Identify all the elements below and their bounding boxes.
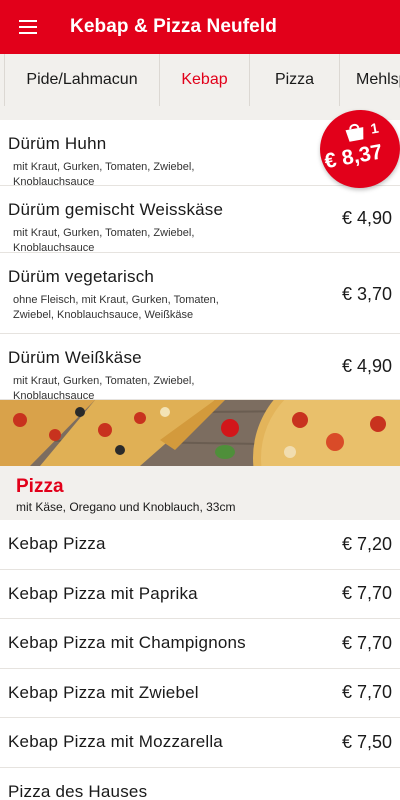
app-bar: Kebap & Pizza Neufeld xyxy=(0,0,400,54)
item-name: Kebap Pizza mit Champignons xyxy=(8,633,246,653)
item-price: € 7,70 xyxy=(341,583,392,604)
shopping-bag-icon xyxy=(345,123,364,142)
tab-kebap[interactable]: Kebap xyxy=(160,54,250,106)
item-price: € 3,70 xyxy=(341,284,392,304)
item-price: € 7,50 xyxy=(341,731,392,752)
tab-pizza[interactable]: Pizza xyxy=(250,54,340,106)
item-description: mit Kraut, Gurken, Tomaten, Zwiebel, Kno… xyxy=(13,227,195,254)
item-price: € 7,70 xyxy=(341,682,392,703)
menu-item-kebap-pizza-zwiebel[interactable]: Kebap Pizza mit Zwiebel € 7,70 xyxy=(0,669,400,718)
section-subtitle: mit Käse, Oregano und Knoblauch, 33cm xyxy=(16,500,236,514)
pizza-banner-image xyxy=(0,400,400,466)
section-header-pizza: Pizza mit Käse, Oregano und Knoblauch, 3… xyxy=(0,466,400,520)
item-price: € 7,20 xyxy=(341,533,392,554)
item-name: Dürüm vegetarisch xyxy=(8,267,155,286)
item-name: Kebap Pizza mit Mozzarella xyxy=(8,732,223,752)
menu-item-durum-gemischt-weisskaese[interactable]: Dürüm gemischt Weisskäse mit Kraut, Gurk… xyxy=(0,186,400,254)
tab-pide-lahmacun[interactable]: Pide/Lahmacun xyxy=(4,54,160,106)
menu-item-pizza-des-hauses[interactable]: Pizza des Hauses xyxy=(0,768,400,800)
menu-item-durum-weisskaese[interactable]: Dürüm Weißkäse mit Kraut, Gurken, Tomate… xyxy=(0,334,400,402)
menu-list: Dürüm Huhn mit Kraut, Gurken, Tomaten, Z… xyxy=(0,106,400,800)
item-name: Dürüm Weißkäse xyxy=(8,348,142,367)
menu-item-kebap-pizza-mozzarella[interactable]: Kebap Pizza mit Mozzarella € 7,50 xyxy=(0,718,400,768)
cart-item-count: 1 xyxy=(369,119,380,137)
menu-item-kebap-pizza-champignons[interactable]: Kebap Pizza mit Champignons € 7,70 xyxy=(0,619,400,669)
item-price: € 4,90 xyxy=(341,356,392,376)
menu-item-durum-vegetarisch[interactable]: Dürüm vegetarisch ohne Fleisch, mit Krau… xyxy=(0,253,400,334)
cart-total: € 8,37 xyxy=(322,140,385,174)
item-description: ohne Fleisch, mit Kraut, Gurken, Tomaten… xyxy=(13,294,219,321)
hamburger-icon xyxy=(19,20,37,34)
item-price: € 7,70 xyxy=(341,632,392,653)
menu-item-kebap-pizza[interactable]: Kebap Pizza € 7,20 xyxy=(0,520,400,570)
item-price: € 4,90 xyxy=(341,208,392,228)
item-name: Dürüm gemischt Weisskäse xyxy=(8,200,224,219)
menu-item-kebap-pizza-paprika[interactable]: Kebap Pizza mit Paprika € 7,70 xyxy=(0,570,400,619)
app-title: Kebap & Pizza Neufeld xyxy=(70,16,277,37)
tab-mehlspeisen[interactable]: Mehlsp xyxy=(340,54,400,106)
pizza-photo xyxy=(0,400,400,466)
menu-button[interactable] xyxy=(0,0,56,54)
section-title: Pizza xyxy=(16,476,64,497)
item-name: Kebap Pizza mit Paprika xyxy=(8,583,198,603)
item-name: Kebap Pizza xyxy=(8,534,106,554)
item-name: Pizza des Hauses xyxy=(8,781,148,800)
category-tabs: Pide/Lahmacun Kebap Pizza Mehlsp xyxy=(0,54,400,106)
item-name: Kebap Pizza mit Zwiebel xyxy=(8,682,199,702)
